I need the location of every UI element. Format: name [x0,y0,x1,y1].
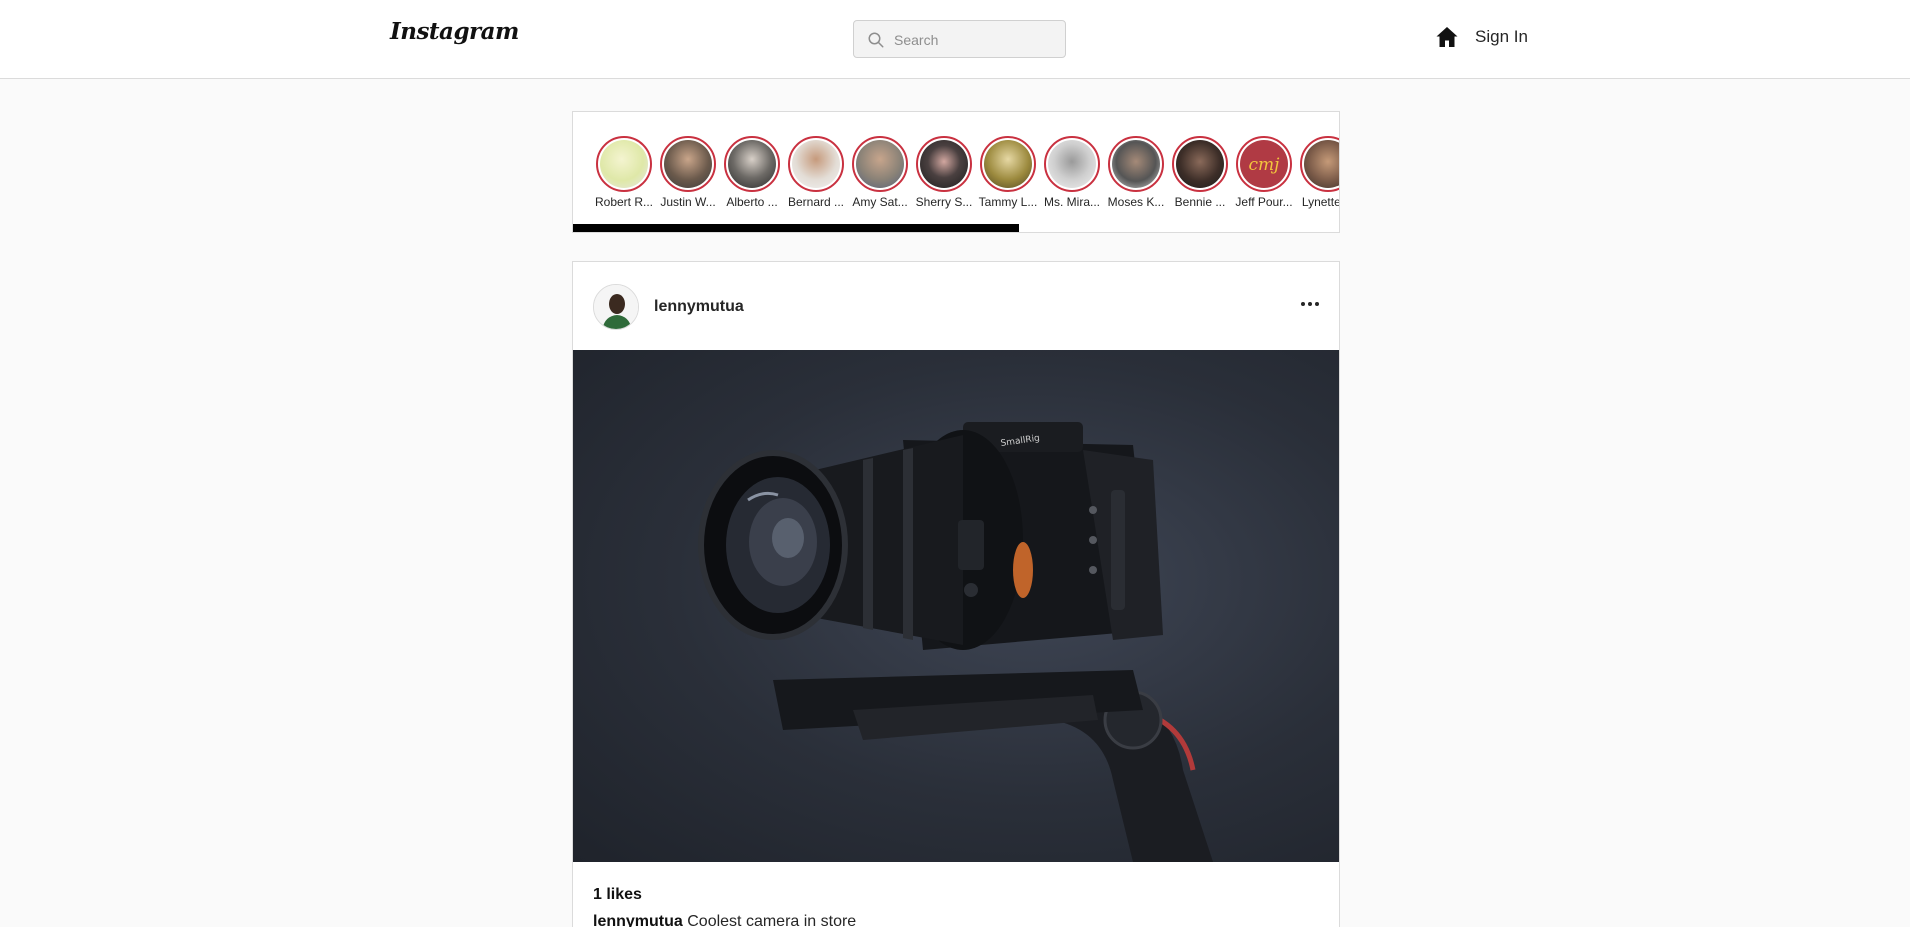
story-item[interactable]: Sherry S... [914,136,974,209]
story-ring [1172,136,1228,192]
story-item[interactable]: Moses K... [1106,136,1166,209]
story-name: Bennie ... [1174,195,1226,209]
story-avatar [792,140,840,188]
instagram-logo[interactable]: Instagram [390,18,519,45]
story-avatar [920,140,968,188]
likes-count: 1 likes [593,886,642,903]
story-name: Jeff Pour... [1235,195,1293,209]
story-name: Lynette ... [1301,195,1340,209]
story-name: Alberto ... [726,195,778,209]
story-name: Justin W... [660,195,716,209]
camera-gimbal-illustration: SmallRig [698,422,1213,862]
story-avatar [1112,140,1160,188]
search-input[interactable] [894,29,1054,51]
story-item[interactable]: Robert R... [594,136,654,209]
search-box[interactable] [853,20,1066,58]
svg-text:cmj: cmj [1249,155,1281,175]
post-caption: lennymutua Coolest camera in store [593,913,856,927]
story-item[interactable]: Bernard ... [786,136,846,209]
story-ring [724,136,780,192]
story-item[interactable]: Lynette ... [1298,136,1340,209]
story-ring: cmj [1236,136,1292,192]
story-ring [852,136,908,192]
story-name: Moses K... [1107,195,1165,209]
post-author-avatar[interactable] [593,284,639,330]
story-ring [1300,136,1339,192]
post-username[interactable]: lennymutua [654,298,744,316]
story-ring [596,136,652,192]
post-card: lennymutua SmallRig 1 likes lennymutua C… [572,261,1340,927]
story-name: Ms. Mira... [1044,195,1100,209]
story-ring [1108,136,1164,192]
story-ring [1044,136,1100,192]
avatar-portrait [594,285,638,329]
story-item[interactable]: cmj Jeff Pour... [1234,136,1294,209]
story-avatar [664,140,712,188]
post-image[interactable]: SmallRig [573,350,1339,862]
story-avatar: cmj [1240,140,1288,188]
caption-username[interactable]: lennymutua [593,913,683,927]
story-avatar [856,140,904,188]
story-ring [660,136,716,192]
story-ring [788,136,844,192]
caption-text: Coolest camera in store [682,913,857,927]
story-avatar [1304,140,1339,188]
story-name: Bernard ... [787,195,845,209]
story-item[interactable]: Ms. Mira... [1042,136,1102,209]
story-ring [980,136,1036,192]
story-avatar [1176,140,1224,188]
story-avatar [984,140,1032,188]
story-item[interactable]: Alberto ... [722,136,782,209]
story-avatar [600,140,648,188]
sign-in-link[interactable]: Sign In [1475,27,1528,47]
story-avatar [728,140,776,188]
story-item[interactable]: Tammy L... [978,136,1038,209]
story-item[interactable]: Justin W... [658,136,718,209]
story-item[interactable]: Bennie ... [1170,136,1230,209]
stories-bar: Robert R... Justin W... Alberto ... Bern… [572,111,1340,233]
story-monogram: cmj [1249,155,1281,175]
top-navbar: Instagram Sign In [0,0,1910,79]
story-ring [916,136,972,192]
home-icon[interactable] [1435,25,1459,49]
more-horizontal-icon[interactable] [1298,292,1322,316]
search-icon [868,32,884,48]
story-name: Robert R... [594,195,654,209]
stories-scrollbar[interactable] [573,224,1019,232]
story-avatar [1048,140,1096,188]
story-item[interactable]: Amy Sat... [850,136,910,209]
story-name: Amy Sat... [852,195,908,209]
story-name: Tammy L... [978,195,1038,209]
story-name: Sherry S... [915,195,973,209]
